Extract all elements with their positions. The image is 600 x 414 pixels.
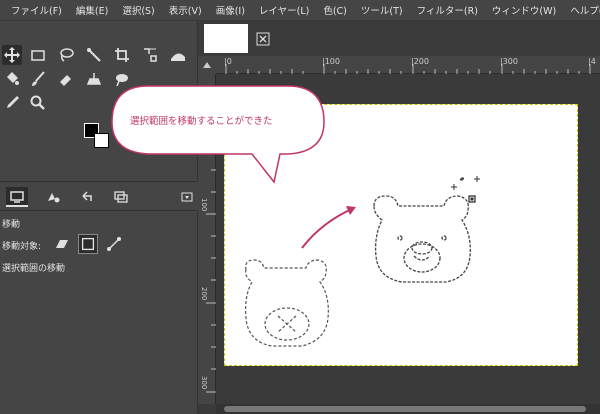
move-layer-icon[interactable] — [52, 234, 72, 254]
move-path-icon[interactable] — [104, 234, 124, 254]
menu-help[interactable]: ヘルプ(H) — [563, 3, 600, 17]
moved-selection-outline — [373, 195, 471, 283]
eraser-icon[interactable] — [56, 69, 76, 89]
scroll-thumb[interactable] — [224, 406, 586, 412]
move-target-label: 移動対象: — [2, 242, 42, 252]
menu-windows[interactable]: ウィンドウ(W) — [485, 3, 563, 17]
menu-layer[interactable]: レイヤー(L) — [252, 3, 316, 17]
zoom-icon[interactable] — [28, 93, 48, 113]
crop-icon[interactable] — [112, 45, 132, 65]
image-tab-bar — [198, 21, 600, 56]
paintbrush-icon[interactable] — [28, 69, 48, 89]
menu-tools[interactable]: ツール(T) — [354, 3, 410, 17]
background-color[interactable] — [94, 133, 109, 148]
menu-file[interactable]: ファイル(F) — [4, 3, 69, 17]
callout-text: 選択範囲を移動することができた — [130, 116, 273, 127]
menu-view[interactable]: 表示(V) — [162, 3, 209, 17]
original-selection-outline — [245, 259, 329, 347]
vertical-scrollbar[interactable] — [590, 74, 600, 404]
callout-bubble — [111, 85, 325, 184]
toolbox: 移動 移動対象: 選択範囲の移動 — [0, 21, 198, 414]
menu-select[interactable]: 選択(S) — [115, 3, 161, 17]
color-picker-icon[interactable] — [2, 93, 22, 113]
menu-edit[interactable]: 編集(E) — [69, 3, 115, 17]
image-thumbnail[interactable] — [204, 24, 248, 53]
tool-options-tab[interactable] — [6, 187, 28, 207]
fuzzy-select-icon[interactable] — [84, 45, 104, 65]
lasso-icon[interactable] — [56, 45, 76, 65]
device-status-tab[interactable] — [42, 187, 64, 207]
move-cursor-icon — [451, 176, 480, 203]
transform-icon[interactable] — [140, 45, 160, 65]
warp-icon[interactable] — [168, 45, 188, 65]
menu-bar: ファイル(F) 編集(E) 選択(S) 表示(V) 画像(I) レイヤー(L) … — [0, 0, 600, 21]
move-selection-icon[interactable] — [78, 234, 98, 254]
close-image-icon[interactable] — [256, 31, 270, 46]
horizontal-scrollbar[interactable] — [216, 404, 600, 414]
tool-options-title: 移動 — [2, 220, 21, 230]
move-tool-icon[interactable] — [2, 45, 22, 65]
clone-icon[interactable] — [84, 69, 104, 89]
menu-image[interactable]: 画像(I) — [209, 3, 252, 17]
move-arrow — [301, 207, 355, 249]
menu-filters[interactable]: フィルター(R) — [410, 3, 485, 17]
undo-history-tab[interactable] — [76, 187, 98, 207]
rect-select-icon[interactable] — [28, 45, 48, 65]
bucket-fill-icon[interactable] — [2, 69, 22, 89]
menu-colors[interactable]: 色(C) — [316, 3, 354, 17]
move-mode-label: 選択範囲の移動 — [2, 264, 66, 274]
